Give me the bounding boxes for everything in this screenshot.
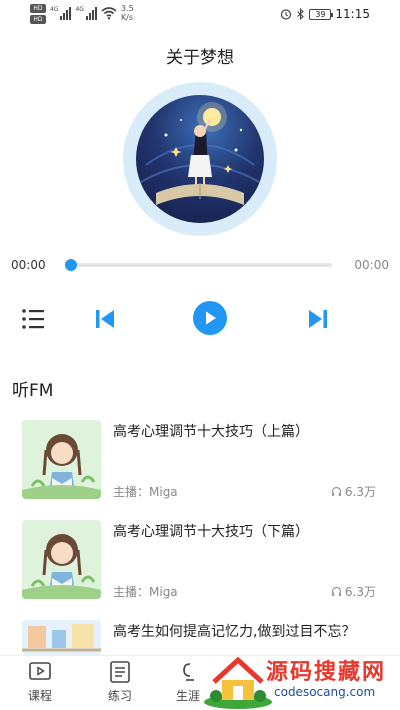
hd-badge: HD: [30, 4, 46, 13]
nav-item-practice[interactable]: 练习: [90, 660, 150, 704]
next-button[interactable]: [305, 306, 331, 332]
item-host: 主播：Miga: [113, 585, 178, 599]
item-title: 高考心理调节十大技巧（上篇）: [113, 424, 309, 440]
hd-indicators: HD HD: [30, 4, 46, 24]
net-speed: 3.5 K/s: [121, 4, 134, 22]
list-icon: [22, 309, 44, 329]
play-icon: [206, 311, 216, 325]
network-type-label: 4G: [75, 6, 84, 13]
play-count-value: 6.3万: [344, 485, 376, 499]
status-left: HD HD 4G 4G 3.5 K/s: [30, 4, 134, 24]
item-thumbnail: [22, 420, 101, 499]
net-speed-unit: K/s: [120, 13, 134, 22]
progress-slider[interactable]: [65, 259, 332, 271]
alarm-icon: [281, 9, 292, 20]
play-count-value: 6.3万: [344, 585, 376, 599]
item-title: 高考生如何提高记忆力,做到过目不忘？: [113, 624, 356, 640]
previous-button[interactable]: [92, 306, 118, 332]
nav-label: 练习: [107, 689, 132, 703]
girl-reading-illustration: [22, 420, 101, 499]
playlist-button[interactable]: [20, 306, 46, 332]
hd-badge: HD: [30, 15, 46, 24]
play-box-icon: [29, 662, 51, 680]
status-bar: HD HD 4G 4G 3.5 K/s 39 11:15: [0, 0, 400, 30]
study-illustration: [22, 620, 101, 655]
headphones-icon: [331, 486, 342, 496]
nav-label: 课程: [27, 689, 52, 703]
nav-item-courses[interactable]: 课程: [10, 660, 70, 704]
bluetooth-icon: [297, 8, 305, 20]
play-count: 6.3万: [331, 583, 376, 600]
current-time: 00:00: [11, 258, 46, 272]
house-logo-icon: [204, 656, 272, 709]
clock: 11:15: [335, 7, 370, 21]
signal-icon: 4G: [50, 6, 72, 20]
dream-girl-illustration: [136, 102, 264, 205]
total-time: 00:00: [354, 258, 389, 272]
watermark-text: 源码搜藏网: [266, 660, 387, 685]
skip-previous-icon: [96, 310, 114, 328]
watermark: 源码搜藏网 codesocang.com: [200, 652, 400, 710]
list-item[interactable]: 高考心理调节十大技巧（上篇） 主播：Miga 6.3万: [22, 420, 382, 500]
signal-icon: 4G: [75, 6, 97, 20]
battery-icon: 39: [309, 8, 334, 20]
section-title-fm: 听FM: [12, 381, 54, 401]
girl-reading-illustration: [22, 520, 101, 599]
net-speed-value: 3.5: [120, 4, 134, 13]
item-thumbnail: [22, 520, 101, 599]
watermark-url: codesocang.com: [274, 685, 376, 699]
career-icon: [183, 663, 194, 681]
page-title: 关于梦想: [166, 48, 234, 68]
wifi-icon: [101, 7, 117, 20]
album-cover: [123, 82, 277, 236]
network-type-label: 4G: [50, 6, 59, 13]
play-button[interactable]: [193, 301, 227, 335]
list-item[interactable]: 高考心理调节十大技巧（下篇） 主播：Miga 6.3万: [22, 520, 382, 600]
headphones-icon: [331, 586, 342, 596]
cover-illustration: [136, 95, 264, 223]
list-box-icon: [110, 661, 130, 683]
play-count: 6.3万: [331, 483, 376, 500]
item-thumbnail: [22, 620, 101, 655]
item-title: 高考心理调节十大技巧（下篇）: [113, 524, 309, 540]
item-host: 主播：Miga: [113, 485, 178, 499]
progress-thumb[interactable]: [65, 259, 77, 271]
status-right: 39 11:15: [280, 7, 370, 21]
skip-next-icon: [309, 310, 327, 328]
